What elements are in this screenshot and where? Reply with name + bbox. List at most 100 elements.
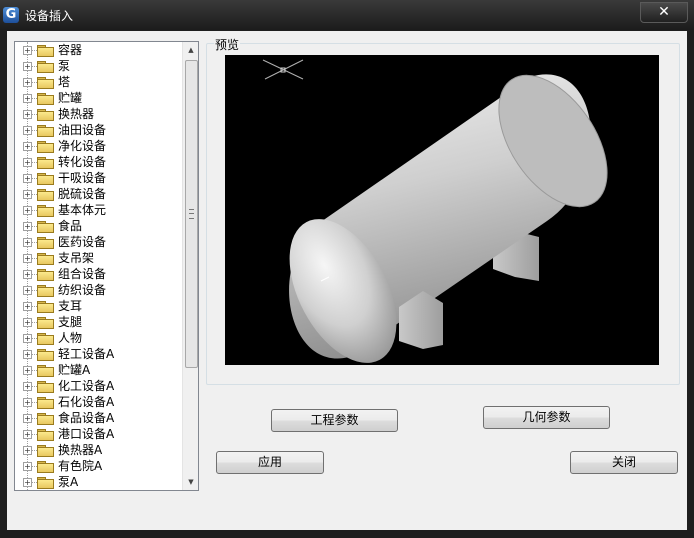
tree-item-label: 化工设备A [58,379,115,393]
tree-item[interactable]: + 人物 [15,330,181,346]
scroll-down-arrow-icon[interactable]: ▼ [183,474,198,490]
preview-label: 预览 [214,36,241,53]
folder-icon [37,157,54,169]
tank-3d-model [262,59,608,363]
tree-item-label: 脱硫设备 [58,187,107,201]
tree-item-label: 有色院A [58,459,103,473]
scroll-thumb[interactable] [185,60,198,368]
tree-item-label: 换热器 [58,107,95,121]
tree-item[interactable]: + 组合设备 [15,266,181,282]
tree-item[interactable]: + 塔 [15,74,181,90]
geometry-params-button[interactable]: 几何参数 [483,406,610,429]
tree-item-label: 转化设备 [58,155,107,169]
tree-item[interactable]: + 医药设备 [15,234,181,250]
tree-item[interactable]: + 支耳 [15,298,181,314]
app-logo-icon: G [3,7,19,23]
dialog-client-area: + 容器 + 泵 + 塔 + 贮罐 + 换热器 + 油田设备 + 净化设备 + 转化设备 + 干吸设备 + 脱硫设备 +… [7,31,687,530]
folder-icon [37,109,54,121]
tree-item-label: 塔 [58,75,71,89]
engineering-params-button[interactable]: 工程参数 [271,409,398,432]
tree-vertical-scrollbar[interactable]: ▲ ▼ [182,42,198,490]
tree-item-label: 油田设备 [58,123,107,137]
tree-item-label: 食品设备A [58,411,115,425]
title-bar[interactable]: G 设备插入 ✕ [0,0,694,30]
window-title: 设备插入 [25,9,74,23]
folder-icon [37,141,54,153]
tree-item[interactable]: + 泵 [15,58,181,74]
tree-item[interactable]: + 换热器A [15,442,181,458]
tree-item[interactable]: + 支吊架 [15,250,181,266]
folder-icon [37,45,54,57]
tree-item-label: 干吸设备 [58,171,107,185]
tree-item[interactable]: + 基本体元 [15,202,181,218]
folder-icon [37,381,54,393]
tree-item-label: 贮罐A [58,363,91,377]
tree-item-label: 泵A [58,475,79,489]
equipment-tree[interactable]: + 容器 + 泵 + 塔 + 贮罐 + 换热器 + 油田设备 + 净化设备 + 转化设备 + 干吸设备 + 脱硫设备 +… [14,41,199,491]
close-icon: ✕ [658,4,670,20]
folder-icon [37,173,54,185]
device-insert-dialog: G 设备插入 ✕ + 容器 + 泵 + 塔 + 贮罐 + 换热器 + 油田设备 + 净化设备 + 转化设备 + 干… [0,0,694,538]
tree-item-label: 容器 [58,43,83,57]
folder-icon [37,397,54,409]
folder-icon [37,477,54,489]
tree-list: + 容器 + 泵 + 塔 + 贮罐 + 换热器 + 油田设备 + 净化设备 + 转化设备 + 干吸设备 + 脱硫设备 +… [15,42,181,490]
folder-icon [37,333,54,345]
folder-icon [37,317,54,329]
folder-icon [37,61,54,73]
folder-icon [37,125,54,137]
tree-item[interactable]: + 贮罐A [15,362,181,378]
folder-icon [37,237,54,249]
folder-icon [37,253,54,265]
folder-icon [37,349,54,361]
tree-item[interactable]: + 有色院A [15,458,181,474]
tree-item-label: 基本体元 [58,203,107,217]
ucs-axis-icon [262,59,304,80]
tree-item[interactable]: + 干吸设备 [15,170,181,186]
tree-item[interactable]: + 轻工设备A [15,346,181,362]
tree-item-label: 支吊架 [58,251,95,265]
tree-item[interactable]: + 纺织设备 [15,282,181,298]
tree-item[interactable]: + 港口设备A [15,426,181,442]
tree-item-label: 支耳 [58,299,83,313]
folder-icon [37,205,54,217]
tree-item[interactable]: + 换热器 [15,106,181,122]
folder-icon [37,93,54,105]
tree-item[interactable]: + 食品 [15,218,181,234]
tree-item[interactable]: + 油田设备 [15,122,181,138]
window-close-button[interactable]: ✕ [640,2,688,23]
tree-item[interactable]: + 贮罐 [15,90,181,106]
tree-item-label: 净化设备 [58,139,107,153]
close-button[interactable]: 关闭 [570,451,678,474]
tree-item[interactable]: + 容器 [15,42,181,58]
tree-item[interactable]: + 石化设备A [15,394,181,410]
tree-item-label: 组合设备 [58,267,107,281]
tree-item-label: 港口设备A [58,427,115,441]
folder-icon [37,445,54,457]
tree-item-label: 换热器A [58,443,103,457]
tree-item-label: 贮罐 [58,91,83,105]
folder-icon [37,285,54,297]
tree-item-label: 支腿 [58,315,83,329]
folder-icon [37,413,54,425]
apply-button[interactable]: 应用 [216,451,324,474]
tree-item[interactable]: + 转化设备 [15,154,181,170]
scroll-grip-icon [189,209,194,219]
folder-icon [37,189,54,201]
tree-item[interactable]: + 脱硫设备 [15,186,181,202]
tree-item[interactable]: + 化工设备A [15,378,181,394]
folder-icon [37,429,54,441]
folder-icon [37,365,54,377]
folder-icon [37,77,54,89]
tree-item[interactable]: + 泵A [15,474,181,490]
tree-item[interactable]: + 食品设备A [15,410,181,426]
tree-item[interactable]: + 支腿 [15,314,181,330]
tree-item[interactable]: + 净化设备 [15,138,181,154]
scroll-up-arrow-icon[interactable]: ▲ [183,42,198,58]
tree-item-label: 轻工设备A [58,347,115,361]
tree-item-label: 纺织设备 [58,283,107,297]
tree-item-label: 医药设备 [58,235,107,249]
folder-icon [37,461,54,473]
tree-item-label: 食品 [58,219,83,233]
preview-canvas[interactable] [225,55,659,365]
